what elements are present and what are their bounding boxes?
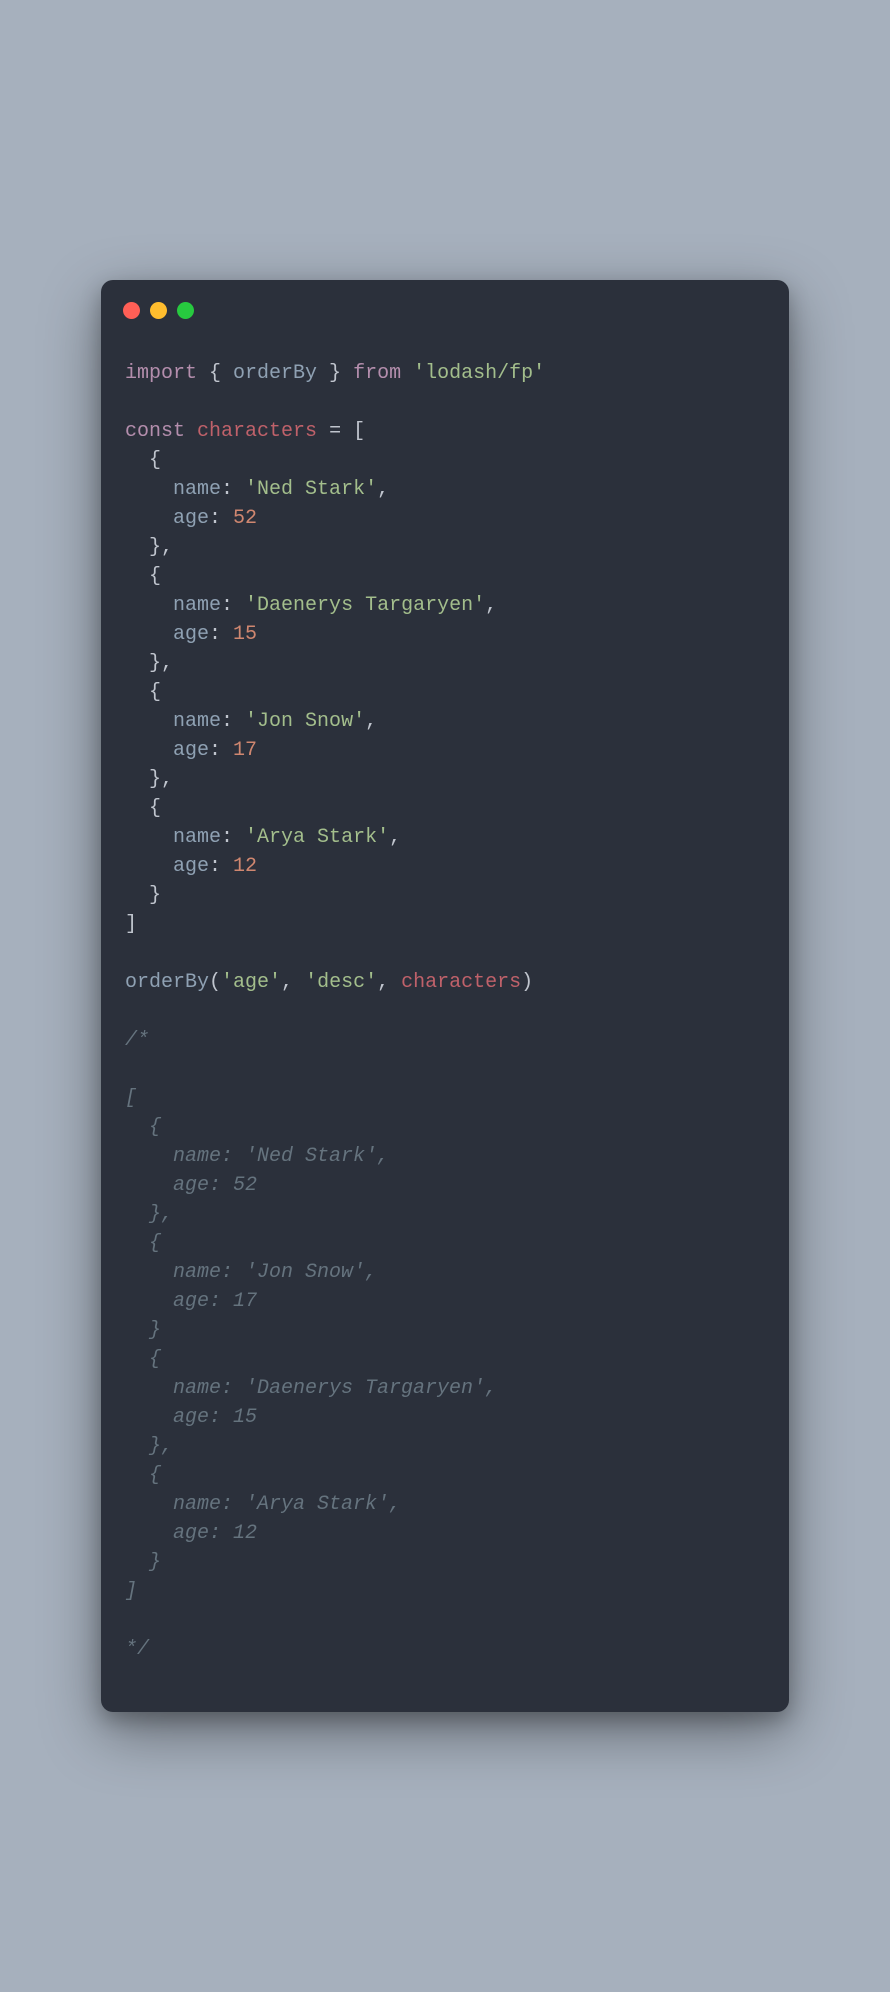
code-token: characters bbox=[197, 420, 317, 443]
code-token: age: 12 bbox=[125, 1522, 257, 1545]
code-token: { bbox=[125, 1232, 161, 1255]
code-token bbox=[125, 594, 173, 617]
code-token: : bbox=[221, 594, 245, 617]
code-token: , bbox=[281, 971, 305, 994]
code-token: name bbox=[173, 594, 221, 617]
code-token: 'Daenerys Targaryen' bbox=[245, 594, 485, 617]
code-token: name bbox=[173, 710, 221, 733]
code-token: characters bbox=[401, 971, 521, 994]
code-token: age bbox=[173, 739, 209, 762]
close-icon[interactable] bbox=[123, 302, 140, 319]
code-token: , bbox=[377, 971, 401, 994]
code-token: age: 15 bbox=[125, 1406, 257, 1429]
code-token: } bbox=[125, 884, 161, 907]
code-token bbox=[125, 623, 173, 646]
code-token bbox=[185, 420, 197, 443]
code-token: age bbox=[173, 855, 209, 878]
code-token: : bbox=[209, 623, 233, 646]
code-token bbox=[125, 855, 173, 878]
code-token: 'age' bbox=[221, 971, 281, 994]
code-token: ] bbox=[125, 1580, 137, 1603]
code-token: { bbox=[197, 362, 233, 385]
code-token: 'Ned Stark' bbox=[245, 478, 377, 501]
code-token: import bbox=[125, 362, 197, 385]
code-token: }, bbox=[125, 1203, 173, 1226]
code-token bbox=[125, 478, 173, 501]
code-token: { bbox=[125, 1116, 161, 1139]
code-token: name: 'Jon Snow', bbox=[125, 1261, 377, 1284]
code-token: orderBy bbox=[233, 362, 317, 385]
code-token: age bbox=[173, 623, 209, 646]
code-token: { bbox=[125, 449, 161, 472]
code-token: }, bbox=[125, 1435, 173, 1458]
code-token: name: 'Arya Stark', bbox=[125, 1493, 401, 1516]
code-token: ) bbox=[521, 971, 533, 994]
code-token: : bbox=[221, 710, 245, 733]
code-block: import { orderBy } from 'lodash/fp' cons… bbox=[101, 319, 789, 1684]
code-token: from bbox=[353, 362, 401, 385]
code-token bbox=[125, 826, 173, 849]
code-token: orderBy bbox=[125, 971, 209, 994]
code-token: age: 17 bbox=[125, 1290, 257, 1313]
window-titlebar bbox=[101, 280, 789, 319]
code-token: } bbox=[125, 1319, 161, 1342]
minimize-icon[interactable] bbox=[150, 302, 167, 319]
code-token: : bbox=[221, 478, 245, 501]
code-token: , bbox=[377, 478, 389, 501]
code-token: 17 bbox=[233, 739, 257, 762]
code-token: { bbox=[125, 681, 161, 704]
code-token bbox=[401, 362, 413, 385]
code-token: = [ bbox=[317, 420, 365, 443]
code-token bbox=[125, 739, 173, 762]
code-token: age bbox=[173, 507, 209, 530]
code-token bbox=[125, 507, 173, 530]
code-token: , bbox=[365, 710, 377, 733]
code-token: { bbox=[125, 1348, 161, 1371]
code-token: { bbox=[125, 565, 161, 588]
code-token: : bbox=[209, 739, 233, 762]
code-token: 'desc' bbox=[305, 971, 377, 994]
maximize-icon[interactable] bbox=[177, 302, 194, 319]
code-token: , bbox=[485, 594, 497, 617]
code-token: 'Arya Stark' bbox=[245, 826, 389, 849]
code-token: : bbox=[221, 826, 245, 849]
code-token: name bbox=[173, 478, 221, 501]
code-token: { bbox=[125, 1464, 161, 1487]
code-token: { bbox=[125, 797, 161, 820]
code-token: }, bbox=[125, 768, 173, 791]
code-token: } bbox=[125, 1551, 161, 1574]
code-token: name: 'Daenerys Targaryen', bbox=[125, 1377, 497, 1400]
code-token: /* bbox=[125, 1029, 149, 1052]
code-token: , bbox=[389, 826, 401, 849]
code-token: 'lodash/fp' bbox=[413, 362, 545, 385]
code-token: [ bbox=[125, 1087, 137, 1110]
code-token: 52 bbox=[233, 507, 257, 530]
code-token: ] bbox=[125, 913, 137, 936]
code-window: import { orderBy } from 'lodash/fp' cons… bbox=[101, 280, 789, 1712]
code-token: name bbox=[173, 826, 221, 849]
code-token bbox=[125, 710, 173, 733]
code-token: const bbox=[125, 420, 185, 443]
code-token: 15 bbox=[233, 623, 257, 646]
code-token: */ bbox=[125, 1638, 149, 1661]
code-token: : bbox=[209, 507, 233, 530]
code-token: name: 'Ned Stark', bbox=[125, 1145, 389, 1168]
page-background: import { orderBy } from 'lodash/fp' cons… bbox=[0, 0, 890, 1992]
code-token: 'Jon Snow' bbox=[245, 710, 365, 733]
code-token: : bbox=[209, 855, 233, 878]
code-token: } bbox=[317, 362, 353, 385]
code-token: }, bbox=[125, 652, 173, 675]
code-token: ( bbox=[209, 971, 221, 994]
code-token: 12 bbox=[233, 855, 257, 878]
code-token: }, bbox=[125, 536, 173, 559]
code-token: age: 52 bbox=[125, 1174, 257, 1197]
